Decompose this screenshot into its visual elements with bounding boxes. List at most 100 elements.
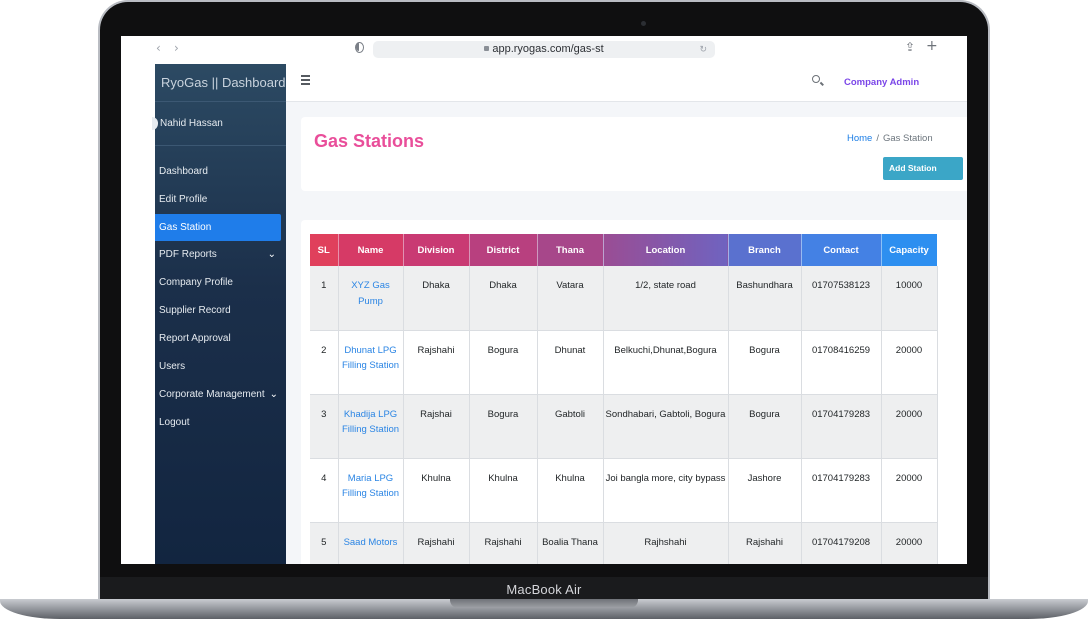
cell-branch: Bashundhara [728,266,802,331]
station-name-link[interactable]: Khadija LPG Filling Station [338,394,404,459]
column-header-contact[interactable]: Contact [801,234,882,266]
sidebar-item-logout[interactable]: Logout [155,409,286,437]
cell-branch: Bogura [728,394,802,459]
cell-capacity: 20000 [881,458,938,523]
cell-district: Khulna [469,458,538,523]
cell-division: Rajshai [403,394,470,459]
cell-thana: Gabtoli [537,394,604,459]
breadcrumb-separator: / [876,133,879,144]
table-row: 2 Dhunat LPG Filling Station Rajshahi Bo… [310,330,938,395]
column-header-location[interactable]: Location [603,234,729,266]
cell-sl: 3 [310,394,339,459]
cell-capacity: 20000 [881,394,938,459]
cell-contact: 01708416259 [801,330,882,395]
sidebar-item-label: Users [159,361,186,372]
station-name-link[interactable]: Maria LPG Filling Station [338,458,404,523]
station-name-link[interactable]: XYZ Gas Pump [338,266,404,331]
breadcrumb-home-link[interactable]: Home [847,133,872,144]
column-header-sl[interactable]: SL [310,234,339,266]
sidebar-menu: Dashboard Edit Profile Gas Station PDF R… [155,158,286,437]
table-row: 5 Saad Motors Rajshahi Rajshahi Boalia T… [310,522,938,564]
sidebar-item-pdf-reports[interactable]: PDF Reports ⌄ [155,241,286,269]
cell-sl: 4 [310,458,339,523]
cell-division: Dhaka [403,266,470,331]
hamburger-menu-icon[interactable] [301,75,310,87]
column-header-division[interactable]: Division [403,234,470,266]
cell-contact: 01704179283 [801,458,882,523]
url-text: app.ryogas.com/gas-st [492,43,604,55]
sidebar-item-gas-station[interactable]: Gas Station [155,214,281,241]
table-row: 3 Khadija LPG Filling Station Rajshai Bo… [310,394,938,459]
sidebar-item-supplier-record[interactable]: Supplier Record [155,297,286,325]
reload-icon[interactable]: ↻ [699,41,707,58]
cell-division: Rajshahi [403,330,470,395]
cell-branch: Bogura [728,330,802,395]
lock-icon [484,46,490,51]
cell-sl: 1 [310,266,339,331]
sidebar-item-label: Gas Station [159,222,212,233]
cell-contact: 01704179283 [801,394,882,459]
station-name-link[interactable]: Saad Motors [338,522,404,564]
cell-location: 1/2, state road [603,266,729,331]
cell-sl: 2 [310,330,339,395]
account-menu[interactable]: Company Admin [844,64,919,102]
cell-branch: Jashore [728,458,802,523]
cell-district: Bogura [469,330,538,395]
sidebar-item-label: PDF Reports [159,249,217,260]
sidebar-item-dashboard[interactable]: Dashboard [155,158,286,186]
table-header-row: SL Name Division District Thana Location… [310,234,938,266]
sidebar-item-users[interactable]: Users [155,353,286,381]
share-icon[interactable]: ⇪ [905,40,915,54]
add-station-button[interactable]: Add Station [883,157,963,180]
back-icon[interactable]: ‹ [156,41,161,55]
forward-icon[interactable]: › [174,41,179,55]
address-bar[interactable]: app.ryogas.com/gas-st ↻ [373,41,715,58]
search-icon[interactable] [812,75,820,83]
station-name-link[interactable]: Dhunat LPG Filling Station [338,330,404,395]
cell-location: Belkuchi,Dhunat,Bogura [603,330,729,395]
cell-thana: Vatara [537,266,604,331]
sidebar-brand[interactable]: RyoGas || Dashboard [155,64,286,102]
sidebar-item-company-profile[interactable]: Company Profile [155,269,286,297]
avatar [152,117,158,130]
sidebar-item-label: Edit Profile [159,194,208,205]
page-header-card: Gas Stations Home / Gas Station Add Statio… [301,117,967,191]
cell-capacity: 20000 [881,330,938,395]
new-tab-icon[interactable]: + [926,38,938,54]
sidebar-item-label: Dashboard [159,166,208,177]
sidebar-item-report-approval[interactable]: Report Approval [155,325,286,353]
column-header-branch[interactable]: Branch [728,234,802,266]
sidebar-item-edit-profile[interactable]: Edit Profile [155,186,286,214]
table-row: 1 XYZ Gas Pump Dhaka Dhaka Vatara 1/2, s… [310,266,938,331]
stations-table-card: SL Name Division District Thana Location… [301,220,967,564]
cell-division: Rajshahi [403,522,470,564]
sidebar-item-corporate-management[interactable]: Corporate Management ⌄ [155,381,286,409]
sidebar-user[interactable]: Nahid Hassan [152,102,286,146]
breadcrumb-current: Gas Station [882,133,933,144]
privacy-shield-icon[interactable] [355,42,364,53]
camera-dot [641,21,646,26]
user-name: Nahid Hassan [160,118,223,129]
page-title: Gas Stations [314,131,425,151]
column-header-capacity[interactable]: Capacity [881,234,938,266]
main-content: Company Admin Gas Stations Home / Gas Stat… [286,64,967,564]
cell-district: Dhaka [469,266,538,331]
browser-toolbar: ‹ › app.ryogas.com/gas-st ↻ ⇪ + [121,36,967,64]
cell-thana: Khulna [537,458,604,523]
sidebar-item-label: Supplier Record [159,305,231,316]
cell-location: Sondhabari, Gabtoli, Bogura [603,394,729,459]
column-header-district[interactable]: District [469,234,538,266]
top-navbar: Company Admin [286,64,967,102]
chevron-down-icon: ⌄ [269,389,278,400]
cell-location: Rajhshahi [603,522,729,564]
cell-sl: 5 [310,522,339,564]
cell-capacity: 20000 [881,522,938,564]
column-header-thana[interactable]: Thana [537,234,604,266]
cell-branch: Rajshahi [728,522,802,564]
cell-thana: Dhunat [537,330,604,395]
cell-contact: 01707538123 [801,266,882,331]
screen: ‹ › app.ryogas.com/gas-st ↻ ⇪ + RyoGas |… [121,36,967,564]
column-header-name[interactable]: Name [338,234,404,266]
cell-contact: 01704179208 [801,522,882,564]
device-model-label: MacBook Air [506,582,582,597]
